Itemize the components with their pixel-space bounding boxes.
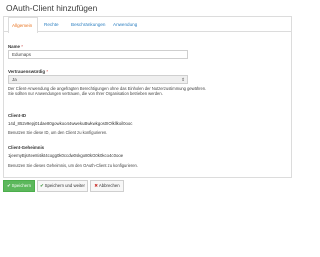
tab-anwendung[interactable]: Anwendung	[113, 17, 137, 32]
client-id-help: Benutzen Sie diese ID, um den Client zu …	[8, 130, 108, 135]
trusted-help: Der Client-Anwendung die angefragten Ber…	[8, 86, 207, 97]
check-icon: ✔	[40, 183, 44, 188]
client-secret-label: Client-Geheimnis	[8, 145, 45, 150]
client-secret-help: Benutzen Sie dieses Geheimnis, um den OA…	[8, 163, 138, 168]
name-input[interactable]: Edumaps	[8, 50, 188, 59]
page-title: OAuth-Client hinzufügen	[6, 3, 98, 13]
trusted-select[interactable]: Ja ⇕	[8, 75, 188, 84]
trusted-label: Vertrauenswürdig *	[8, 69, 49, 74]
client-secret-value: 1jeemyBjsrtee8i4ikt4cogg0k0ccdw0skgo80kG…	[8, 153, 124, 158]
form-actions: ✔Speichern ✔Speichern und weiter ✖Abbrec…	[0, 180, 300, 194]
close-icon: ✖	[94, 183, 98, 188]
form-panel: Allgemein Rechte Beschränkungen Anwendun…	[3, 16, 292, 178]
cancel-button[interactable]: ✖Abbrechen	[90, 180, 124, 192]
select-arrows-icon: ⇕	[181, 77, 185, 82]
client-id-value: 14d_852v9epj01dae80gowkoo44wwekuBwkwkgos…	[8, 121, 133, 126]
check-icon: ✔	[7, 183, 11, 188]
client-id-label: Client-ID	[8, 113, 27, 118]
tab-beschraenkungen[interactable]: Beschränkungen	[71, 17, 105, 32]
tab-allgemein[interactable]: Allgemein	[8, 17, 38, 33]
tab-rechte[interactable]: Rechte	[44, 17, 59, 32]
save-button[interactable]: ✔Speichern	[3, 180, 35, 192]
save-and-continue-button[interactable]: ✔Speichern und weiter	[37, 180, 88, 192]
trusted-selected-value: Ja	[12, 77, 17, 82]
tab-bar: Allgemein Rechte Beschränkungen Anwendun…	[4, 17, 291, 33]
name-label: Name *	[8, 44, 23, 49]
